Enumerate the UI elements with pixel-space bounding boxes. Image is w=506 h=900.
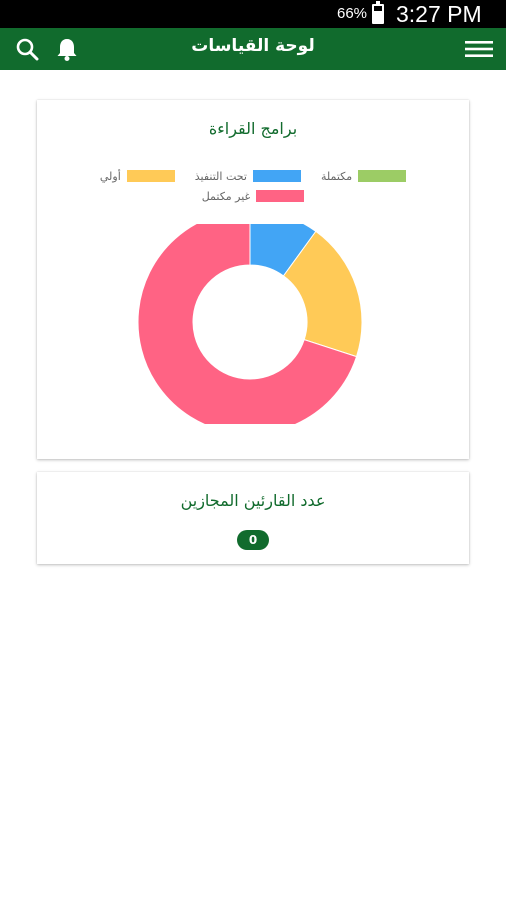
battery-icon — [372, 1, 384, 24]
page-title: لوحة القياسات — [191, 36, 315, 56]
legend-item-in-progress[interactable]: تحت التنفيذ — [195, 170, 301, 183]
legend-item-completed[interactable]: مكتملة — [320, 169, 407, 183]
reading-programs-donut-chart — [137, 224, 363, 424]
hamburger-menu-icon[interactable] — [464, 35, 494, 63]
legend-swatch — [252, 170, 301, 182]
status-bar: 66% 3:27 PM — [0, 0, 506, 28]
status-clock: 3:27 PM — [396, 1, 482, 27]
legend-row: مكتملة تحت التنفيذ أولي — [37, 166, 469, 186]
reading-programs-card: برامج القراءة مكتملة تحت التنفيذ أولي غي… — [37, 100, 469, 459]
legend-item-incomplete[interactable]: غير مكتمل — [202, 190, 305, 203]
readers-count-badge: 0 — [237, 530, 269, 550]
chart-legend: مكتملة تحت التنفيذ أولي غير مكتمل — [37, 166, 469, 206]
app-bar: لوحة القياسات — [0, 28, 506, 70]
legend-label: غير مكتمل — [201, 189, 251, 203]
legend-swatch — [126, 170, 175, 182]
battery-percentage: 66% — [337, 5, 368, 22]
reading-programs-title: برامج القراءة — [208, 119, 298, 138]
legend-swatch — [256, 190, 305, 202]
legend-row: غير مكتمل — [37, 186, 469, 206]
licensed-readers-title: عدد القارئين المجازين — [180, 491, 326, 510]
legend-label: أولي — [99, 169, 121, 183]
legend-label: تحت التنفيذ — [194, 169, 247, 183]
legend-item-initial[interactable]: أولي — [100, 170, 175, 183]
legend-swatch — [358, 170, 407, 182]
legend-label: مكتملة — [320, 169, 353, 183]
licensed-readers-card: عدد القارئين المجازين 0 — [37, 472, 469, 564]
